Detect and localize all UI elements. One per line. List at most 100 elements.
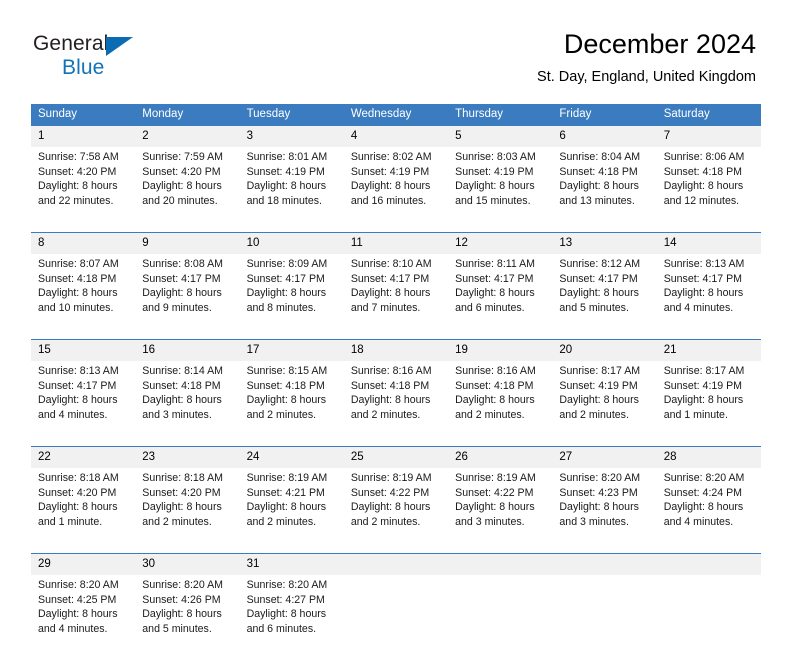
day-number-cell[interactable]: 1 [31, 126, 135, 148]
day-number-cell[interactable]: 8 [31, 233, 135, 255]
day-cell[interactable]: Sunrise: 8:18 AMSunset: 4:20 PMDaylight:… [31, 468, 135, 542]
week-spacer-cell [31, 328, 761, 340]
day-number-cell[interactable]: 3 [240, 126, 344, 148]
day-cell[interactable]: Sunrise: 7:58 AMSunset: 4:20 PMDaylight:… [31, 147, 135, 221]
day-cell[interactable]: Sunrise: 8:01 AMSunset: 4:19 PMDaylight:… [240, 147, 344, 221]
day-sunrise-text: Sunrise: 8:20 AM [664, 471, 761, 486]
day-cell[interactable]: Sunrise: 8:19 AMSunset: 4:22 PMDaylight:… [344, 468, 448, 542]
day-daylight-line2-text: and 4 minutes. [38, 622, 135, 637]
day-number-cell[interactable]: 5 [448, 126, 552, 148]
day-cell[interactable]: Sunrise: 8:13 AMSunset: 4:17 PMDaylight:… [31, 361, 135, 435]
day-number-cell [344, 554, 448, 576]
week-spacer [31, 221, 761, 233]
day-daylight-line2-text: and 7 minutes. [351, 301, 448, 316]
day-number-cell[interactable]: 23 [135, 447, 239, 469]
day-daylight-line1-text: Daylight: 8 hours [455, 500, 552, 515]
day-number-cell[interactable]: 10 [240, 233, 344, 255]
day-cell[interactable]: Sunrise: 8:16 AMSunset: 4:18 PMDaylight:… [448, 361, 552, 435]
day-cell[interactable]: Sunrise: 8:15 AMSunset: 4:18 PMDaylight:… [240, 361, 344, 435]
day-number-cell[interactable]: 17 [240, 340, 344, 362]
day-cell[interactable]: Sunrise: 7:59 AMSunset: 4:20 PMDaylight:… [135, 147, 239, 221]
day-number-cell[interactable]: 29 [31, 554, 135, 576]
day-number-cell[interactable]: 15 [31, 340, 135, 362]
day-number-cell[interactable]: 19 [448, 340, 552, 362]
day-number-cell[interactable]: 27 [552, 447, 656, 469]
day-number-cell[interactable]: 22 [31, 447, 135, 469]
day-cell[interactable]: Sunrise: 8:13 AMSunset: 4:17 PMDaylight:… [657, 254, 761, 328]
day-number-cell[interactable]: 16 [135, 340, 239, 362]
day-sunset-text: Sunset: 4:23 PM [559, 486, 656, 501]
day-daylight-line2-text: and 20 minutes. [142, 194, 239, 209]
day-cell[interactable]: Sunrise: 8:07 AMSunset: 4:18 PMDaylight:… [31, 254, 135, 328]
day-number-cell[interactable]: 6 [552, 126, 656, 148]
day-number-cell[interactable]: 4 [344, 126, 448, 148]
day-number-cell[interactable]: 30 [135, 554, 239, 576]
day-number-cell[interactable]: 13 [552, 233, 656, 255]
general-blue-logo[interactable]: General Blue [33, 32, 163, 84]
day-sunset-text: Sunset: 4:20 PM [38, 165, 135, 180]
day-sunset-text: Sunset: 4:22 PM [455, 486, 552, 501]
day-sunrise-text: Sunrise: 8:03 AM [455, 150, 552, 165]
day-cell[interactable]: Sunrise: 8:20 AMSunset: 4:26 PMDaylight:… [135, 575, 239, 649]
day-number-cell[interactable]: 12 [448, 233, 552, 255]
day-number-cell[interactable]: 7 [657, 126, 761, 148]
day-number-cell[interactable]: 14 [657, 233, 761, 255]
day-cell[interactable]: Sunrise: 8:17 AMSunset: 4:19 PMDaylight:… [552, 361, 656, 435]
day-number-cell[interactable]: 25 [344, 447, 448, 469]
day-sunset-text: Sunset: 4:19 PM [664, 379, 761, 394]
weekday-header-saturday: Saturday [657, 104, 761, 126]
weekday-header-row: Sunday Monday Tuesday Wednesday Thursday… [31, 104, 761, 126]
day-cell[interactable]: Sunrise: 8:09 AMSunset: 4:17 PMDaylight:… [240, 254, 344, 328]
day-cell[interactable]: Sunrise: 8:14 AMSunset: 4:18 PMDaylight:… [135, 361, 239, 435]
day-number-cell[interactable]: 18 [344, 340, 448, 362]
day-cell[interactable]: Sunrise: 8:06 AMSunset: 4:18 PMDaylight:… [657, 147, 761, 221]
day-cell[interactable]: Sunrise: 8:10 AMSunset: 4:17 PMDaylight:… [344, 254, 448, 328]
day-sunrise-text: Sunrise: 8:16 AM [455, 364, 552, 379]
day-number-cell[interactable]: 26 [448, 447, 552, 469]
day-cell[interactable]: Sunrise: 8:12 AMSunset: 4:17 PMDaylight:… [552, 254, 656, 328]
week-daynumber-row: 293031 [31, 554, 761, 576]
day-number-cell[interactable]: 21 [657, 340, 761, 362]
weekday-header-thursday: Thursday [448, 104, 552, 126]
day-daylight-line2-text: and 13 minutes. [559, 194, 656, 209]
day-daylight-line1-text: Daylight: 8 hours [351, 500, 448, 515]
day-cell[interactable]: Sunrise: 8:02 AMSunset: 4:19 PMDaylight:… [344, 147, 448, 221]
logo-text-general: General [33, 32, 108, 56]
day-daylight-line2-text: and 2 minutes. [247, 408, 344, 423]
day-number-cell[interactable]: 28 [657, 447, 761, 469]
week-daynumber-row: 891011121314 [31, 233, 761, 255]
day-cell[interactable]: Sunrise: 8:20 AMSunset: 4:27 PMDaylight:… [240, 575, 344, 649]
day-number-cell[interactable]: 9 [135, 233, 239, 255]
day-cell[interactable]: Sunrise: 8:20 AMSunset: 4:25 PMDaylight:… [31, 575, 135, 649]
day-number-cell[interactable]: 20 [552, 340, 656, 362]
day-cell[interactable]: Sunrise: 8:11 AMSunset: 4:17 PMDaylight:… [448, 254, 552, 328]
day-sunrise-text: Sunrise: 8:13 AM [664, 257, 761, 272]
day-daylight-line1-text: Daylight: 8 hours [38, 286, 135, 301]
day-daylight-line2-text: and 9 minutes. [142, 301, 239, 316]
day-cell[interactable]: Sunrise: 8:19 AMSunset: 4:21 PMDaylight:… [240, 468, 344, 542]
day-number-cell[interactable]: 11 [344, 233, 448, 255]
day-sunrise-text: Sunrise: 8:20 AM [559, 471, 656, 486]
day-cell[interactable]: Sunrise: 8:08 AMSunset: 4:17 PMDaylight:… [135, 254, 239, 328]
day-cell-empty [448, 575, 552, 649]
day-cell[interactable]: Sunrise: 8:17 AMSunset: 4:19 PMDaylight:… [657, 361, 761, 435]
day-cell[interactable]: Sunrise: 8:16 AMSunset: 4:18 PMDaylight:… [344, 361, 448, 435]
week-spacer-cell [31, 221, 761, 233]
day-cell[interactable]: Sunrise: 8:18 AMSunset: 4:20 PMDaylight:… [135, 468, 239, 542]
day-number-cell[interactable]: 31 [240, 554, 344, 576]
day-cell[interactable]: Sunrise: 8:20 AMSunset: 4:24 PMDaylight:… [657, 468, 761, 542]
day-cell[interactable]: Sunrise: 8:03 AMSunset: 4:19 PMDaylight:… [448, 147, 552, 221]
day-daylight-line2-text: and 2 minutes. [351, 515, 448, 530]
day-cell[interactable]: Sunrise: 8:19 AMSunset: 4:22 PMDaylight:… [448, 468, 552, 542]
week-daynumber-row: 1234567 [31, 126, 761, 148]
week-detail-row: Sunrise: 8:13 AMSunset: 4:17 PMDaylight:… [31, 361, 761, 435]
day-cell-empty [552, 575, 656, 649]
day-cell[interactable]: Sunrise: 8:20 AMSunset: 4:23 PMDaylight:… [552, 468, 656, 542]
day-daylight-line2-text: and 16 minutes. [351, 194, 448, 209]
day-daylight-line1-text: Daylight: 8 hours [559, 179, 656, 194]
day-number-cell[interactable]: 2 [135, 126, 239, 148]
day-daylight-line1-text: Daylight: 8 hours [664, 179, 761, 194]
day-sunset-text: Sunset: 4:17 PM [142, 272, 239, 287]
day-cell[interactable]: Sunrise: 8:04 AMSunset: 4:18 PMDaylight:… [552, 147, 656, 221]
day-number-cell[interactable]: 24 [240, 447, 344, 469]
